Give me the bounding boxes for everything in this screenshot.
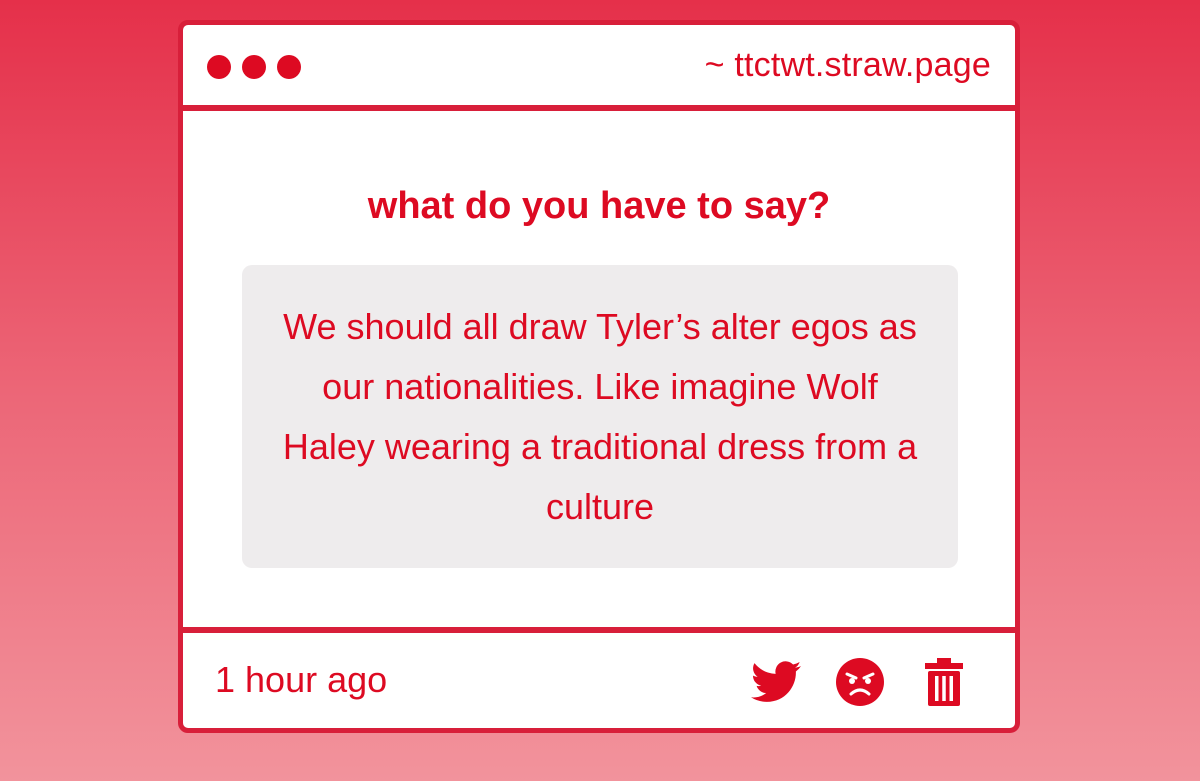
card-footer: 1 hour ago	[183, 633, 1015, 728]
angry-face-icon	[836, 658, 884, 706]
message-text: We should all draw Tyler’s alter egos as…	[282, 305, 918, 527]
question-heading: what do you have to say?	[367, 185, 831, 227]
action-bar	[751, 657, 969, 707]
title-bar: ~ ttctwt.straw.page	[183, 25, 1015, 105]
message-box: We should all draw Tyler’s alter egos as…	[242, 265, 958, 568]
trash-icon	[925, 658, 963, 706]
divider	[183, 105, 1015, 111]
window-dot-icon	[277, 55, 301, 79]
window-dot-icon	[207, 55, 231, 79]
window-controls	[207, 55, 301, 79]
delete-button[interactable]	[919, 657, 969, 707]
twitter-icon	[751, 661, 801, 702]
window-dot-icon	[242, 55, 266, 79]
report-button[interactable]	[835, 657, 885, 707]
share-twitter-button[interactable]	[751, 657, 801, 707]
timestamp: 1 hour ago	[215, 659, 388, 700]
message-card: ~ ttctwt.straw.page what do you have to …	[178, 20, 1020, 733]
site-url[interactable]: ~ ttctwt.straw.page	[705, 46, 991, 85]
